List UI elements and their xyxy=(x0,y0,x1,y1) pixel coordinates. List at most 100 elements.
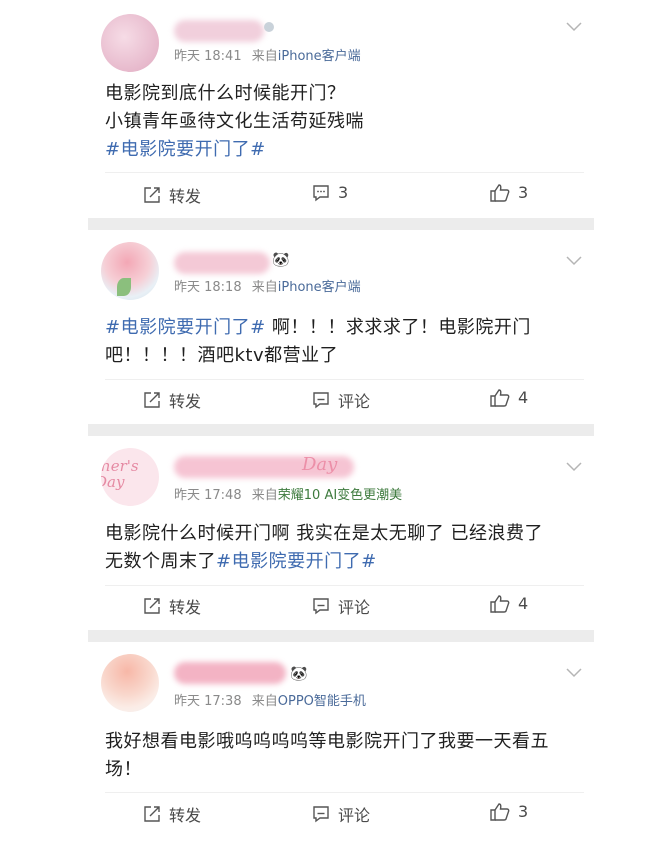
post-1: 昨天 18:41 来自iPhone客户端 电影院到底什么时候能开门？ 小镇青年亟… xyxy=(88,0,594,218)
user-badge-icon: 🐼 xyxy=(272,252,290,268)
chevron-down-icon[interactable] xyxy=(566,22,582,32)
source-prefix: 来自 xyxy=(251,488,278,503)
divider xyxy=(105,792,584,793)
content-line: 场！ xyxy=(105,759,142,780)
like-icon xyxy=(490,183,510,202)
share-button[interactable]: 转发 xyxy=(143,802,201,826)
post-source[interactable]: iPhone客户端 xyxy=(278,280,361,295)
comment-label: 评论 xyxy=(338,806,371,825)
share-button[interactable]: 转发 xyxy=(143,594,201,618)
post-meta: 昨天 17:38 来自OPPO智能手机 xyxy=(174,690,366,709)
share-label: 转发 xyxy=(169,392,202,411)
post-meta: 昨天 17:48 来自荣耀10 AI变色更潮美 xyxy=(174,484,402,503)
share-icon xyxy=(144,392,160,408)
post-meta: 昨天 18:18 来自iPhone客户端 xyxy=(174,276,361,295)
username-blurred[interactable] xyxy=(174,252,270,274)
post-source[interactable]: OPPO智能手机 xyxy=(278,694,366,709)
user-badge-icon xyxy=(264,22,274,32)
comment-icon xyxy=(313,392,329,409)
action-bar: 转发 评论 4 xyxy=(88,594,594,620)
chevron-down-icon[interactable] xyxy=(566,462,582,472)
comment-label: 评论 xyxy=(338,392,371,411)
action-bar: 转发 3 3 xyxy=(88,183,594,209)
post-2: 🐼 昨天 18:18 来自iPhone客户端 #电影院要开门了# 啊！！！求求求… xyxy=(88,230,594,424)
like-button[interactable]: 4 xyxy=(490,388,528,407)
share-icon xyxy=(144,598,160,614)
chevron-down-icon[interactable] xyxy=(566,668,582,678)
username-decoration: Day xyxy=(302,454,338,475)
avatar[interactable] xyxy=(101,654,159,712)
post-separator xyxy=(88,424,594,436)
content-line: 电影院到底什么时候能开门？ xyxy=(105,83,346,104)
post-3: ther's Day Day 昨天 17:48 来自荣耀10 AI变色更潮美 电… xyxy=(88,436,594,630)
hashtag-link[interactable]: #电影院要开门了# xyxy=(105,136,584,164)
share-label: 转发 xyxy=(169,806,202,825)
share-label: 转发 xyxy=(169,598,202,617)
content-line: 电影院什么时候开门啊 我实在是太无聊了 已经浪费了 xyxy=(105,523,543,544)
divider xyxy=(105,585,584,586)
avatar-text: ther's Day xyxy=(101,457,139,491)
post-content: 电影院到底什么时候能开门？ 小镇青年亟待文化生活苟延残喘 #电影院要开门了# xyxy=(105,80,584,164)
share-label: 转发 xyxy=(169,187,202,206)
avatar[interactable] xyxy=(101,14,159,72)
post-separator xyxy=(88,218,594,230)
action-bar: 转发 评论 4 xyxy=(88,388,594,414)
username-blurred[interactable] xyxy=(174,20,264,42)
share-button[interactable]: 转发 xyxy=(143,183,201,207)
post-time: 昨天 18:18 xyxy=(174,280,242,295)
comment-button[interactable]: 评论 xyxy=(312,802,370,826)
post-source[interactable]: 荣耀10 AI变色更潮美 xyxy=(278,488,402,503)
comment-button[interactable]: 评论 xyxy=(312,388,370,412)
comment-icon xyxy=(313,598,329,615)
post-time: 昨天 17:38 xyxy=(174,694,242,709)
like-icon xyxy=(490,594,510,613)
share-icon xyxy=(144,806,160,822)
content-text: 无数个周末了 xyxy=(105,551,216,572)
like-button[interactable]: 4 xyxy=(490,594,528,613)
username-blurred[interactable] xyxy=(174,662,286,684)
like-button[interactable]: 3 xyxy=(490,183,528,202)
content-text: 啊！！！求求求了！电影院开门 xyxy=(265,317,531,338)
post-4: 🐼 昨天 17:38 来自OPPO智能手机 我好想看电影哦呜呜呜呜等电影院开门了… xyxy=(88,642,594,850)
share-button[interactable]: 转发 xyxy=(143,388,201,412)
post-content: 我好想看电影哦呜呜呜呜等电影院开门了我要一天看五 场！ xyxy=(105,728,584,784)
avatar[interactable] xyxy=(101,242,159,300)
content-line: 小镇青年亟待文化生活苟延残喘 xyxy=(105,111,364,132)
share-icon xyxy=(144,187,160,203)
comment-button[interactable]: 评论 xyxy=(312,594,370,618)
like-icon xyxy=(490,388,510,407)
like-count: 4 xyxy=(518,388,529,407)
content-line: 吧！！！！酒吧ktv都营业了 xyxy=(105,345,339,366)
post-content: 电影院什么时候开门啊 我实在是太无聊了 已经浪费了 无数个周末了#电影院要开门了… xyxy=(105,520,584,576)
avatar-leaf-icon xyxy=(117,278,131,296)
weibo-comment-feed: 昨天 18:41 来自iPhone客户端 电影院到底什么时候能开门？ 小镇青年亟… xyxy=(88,0,594,850)
source-prefix: 来自 xyxy=(251,280,278,295)
source-prefix: 来自 xyxy=(251,49,278,64)
action-bar: 转发 评论 3 xyxy=(88,802,594,828)
comment-button[interactable]: 3 xyxy=(312,183,348,202)
like-icon xyxy=(490,802,510,821)
post-meta: 昨天 18:41 来自iPhone客户端 xyxy=(174,45,361,64)
like-button[interactable]: 3 xyxy=(490,802,528,821)
post-content: #电影院要开门了# 啊！！！求求求了！电影院开门 吧！！！！酒吧ktv都营业了 xyxy=(105,314,584,370)
like-count: 3 xyxy=(518,183,529,202)
like-count: 3 xyxy=(518,802,529,821)
source-prefix: 来自 xyxy=(251,694,278,709)
comment-label: 评论 xyxy=(338,598,371,617)
user-badge-icon: 🐼 xyxy=(290,666,308,682)
content-line: 我好想看电影哦呜呜呜呜等电影院开门了我要一天看五 xyxy=(105,731,549,752)
chevron-down-icon[interactable] xyxy=(566,256,582,266)
avatar[interactable]: ther's Day xyxy=(101,448,159,506)
post-source[interactable]: iPhone客户端 xyxy=(278,49,361,64)
post-time: 昨天 18:41 xyxy=(174,49,242,64)
like-count: 4 xyxy=(518,594,529,613)
comment-count: 3 xyxy=(338,183,349,202)
hashtag-link[interactable]: #电影院要开门了# xyxy=(216,551,377,572)
post-separator xyxy=(88,630,594,642)
post-time: 昨天 17:48 xyxy=(174,488,242,503)
comment-icon xyxy=(313,806,329,823)
divider xyxy=(105,172,584,173)
comment-icon xyxy=(313,184,329,201)
hashtag-link[interactable]: #电影院要开门了# xyxy=(105,317,266,338)
divider xyxy=(105,379,584,380)
